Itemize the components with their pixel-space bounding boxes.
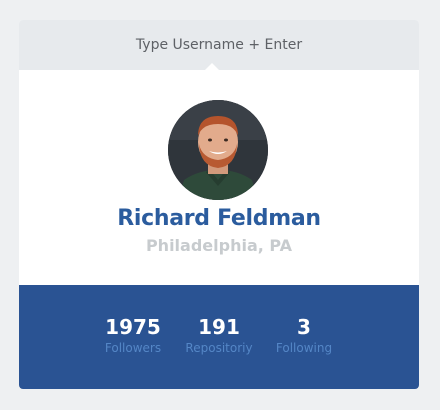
username-search-input[interactable] [19,20,419,70]
profile-card: Richard Feldman Philadelphia, PA 1975 Fo… [19,20,419,389]
avatar [168,100,268,200]
profile-name: Richard Feldman [117,206,321,231]
stat-following-label: Following [275,341,333,355]
pointer-caret [205,63,219,70]
stat-followers[interactable]: 1975 Followers [99,315,167,357]
stat-following[interactable]: 3 Following [269,315,339,357]
stat-repositories-label: Repositoriy [185,341,253,355]
stat-followers-count: 1975 [105,315,161,339]
profile-section: Richard Feldman Philadelphia, PA [19,70,419,285]
avatar-photo [168,100,268,200]
profile-location: Philadelphia, PA [145,236,293,255]
stat-repositories-count: 191 [198,315,240,339]
stat-following-count: 3 [297,315,311,339]
stat-repositories[interactable]: 191 Repositoriy [179,315,259,357]
stats-bar: 1975 Followers 191 Repositoriy 3 Followi… [19,285,419,389]
stat-followers-label: Followers [104,341,162,355]
